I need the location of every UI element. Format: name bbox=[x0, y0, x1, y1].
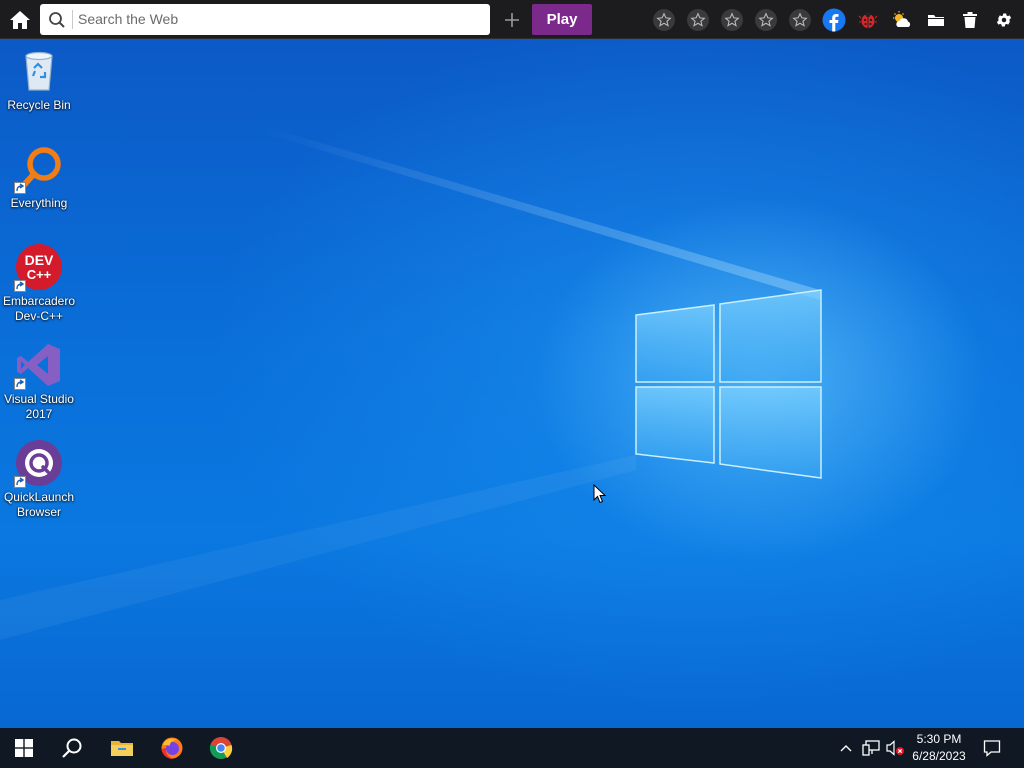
star-icon[interactable] bbox=[753, 7, 779, 33]
star-icon[interactable] bbox=[651, 7, 677, 33]
plus-icon[interactable] bbox=[500, 8, 524, 32]
facebook-icon[interactable] bbox=[821, 7, 847, 33]
file-explorer-icon[interactable] bbox=[98, 728, 146, 768]
desktop-icon-quicklaunch[interactable]: QuickLaunch Browser bbox=[0, 438, 78, 520]
desktop-icon-dev-cpp[interactable]: DEV C++ Embarcadero Dev-C++ bbox=[0, 242, 78, 324]
desktop-icon-label: QuickLaunch Browser bbox=[3, 490, 75, 519]
taskbar-clock[interactable]: 5:30 PM 6/28/2023 bbox=[906, 731, 972, 765]
home-icon[interactable] bbox=[6, 7, 34, 33]
search-icon[interactable] bbox=[48, 11, 66, 33]
trash-icon[interactable] bbox=[957, 7, 983, 33]
clock-time: 5:30 PM bbox=[916, 732, 962, 746]
desktop-icon-label: Visual Studio 2017 bbox=[4, 392, 74, 421]
desktop-wallpaper bbox=[0, 0, 1024, 768]
devcpp-logo-text: DEV bbox=[25, 252, 54, 268]
desktop-icon-everything[interactable]: Everything bbox=[0, 144, 78, 211]
chevron-up-icon[interactable] bbox=[836, 728, 856, 768]
firefox-icon[interactable] bbox=[148, 728, 196, 768]
clock-date: 6/28/2023 bbox=[912, 749, 966, 763]
notification-icon[interactable] bbox=[978, 728, 1006, 768]
shortcut-arrow-icon bbox=[14, 476, 26, 488]
windows-logo-wallpaper bbox=[0, 125, 822, 640]
chrome-icon[interactable] bbox=[197, 728, 245, 768]
shortcut-arrow-icon bbox=[14, 378, 26, 390]
devcpp-logo-text: C++ bbox=[27, 267, 52, 282]
search-divider bbox=[72, 10, 73, 29]
quicklaunch-icon bbox=[14, 438, 64, 488]
ladybug-icon[interactable] bbox=[855, 7, 881, 33]
network-icon[interactable] bbox=[860, 728, 882, 768]
desktop-icon-label: Embarcadero Dev-C++ bbox=[2, 294, 76, 323]
gear-icon[interactable] bbox=[991, 7, 1017, 33]
visual-studio-icon bbox=[14, 340, 64, 390]
play-button[interactable]: Play bbox=[532, 4, 592, 35]
desktop-icon-visual-studio[interactable]: Visual Studio 2017 bbox=[0, 340, 78, 422]
recycle-bin-icon bbox=[14, 46, 64, 96]
search-box bbox=[40, 4, 490, 35]
devcpp-icon: DEV C++ bbox=[14, 242, 64, 292]
desktop-icon-label: Everything bbox=[10, 196, 68, 210]
folder-icon[interactable] bbox=[923, 7, 949, 33]
shortcut-arrow-icon bbox=[14, 182, 26, 194]
star-icon[interactable] bbox=[787, 7, 813, 33]
browser-toolbar: Play bbox=[0, 0, 1024, 39]
star-icon[interactable] bbox=[719, 7, 745, 33]
everything-search-icon bbox=[14, 144, 64, 194]
mouse-cursor-icon bbox=[593, 483, 607, 508]
taskbar: 5:30 PM 6/28/2023 bbox=[0, 728, 1024, 768]
start-icon[interactable] bbox=[0, 728, 48, 768]
weather-icon[interactable] bbox=[889, 7, 915, 33]
search-icon[interactable] bbox=[48, 728, 96, 768]
desktop-icon-recycle-bin[interactable]: Recycle Bin bbox=[0, 46, 78, 113]
star-icon[interactable] bbox=[685, 7, 711, 33]
volume-muted-icon[interactable] bbox=[884, 728, 906, 768]
shortcut-arrow-icon bbox=[14, 280, 26, 292]
search-input[interactable] bbox=[78, 8, 478, 30]
desktop-icon-label: Recycle Bin bbox=[7, 98, 71, 112]
